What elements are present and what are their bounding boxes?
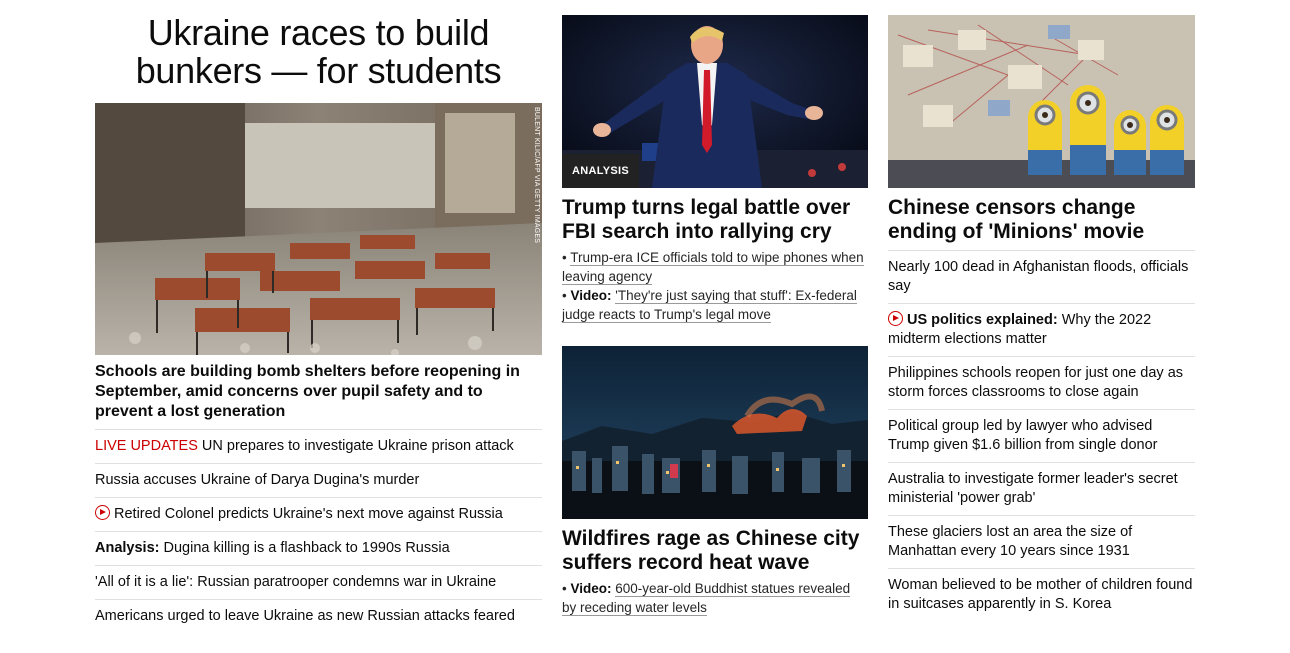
list-item[interactable]: Woman believed to be mother of children … xyxy=(888,568,1195,621)
list-item[interactable]: Australia to investigate former leader's… xyxy=(888,462,1195,515)
classroom-ruins-illustration xyxy=(95,103,542,355)
wildfire-headline[interactable]: Wildfires rage as Chinese city suffers r… xyxy=(562,527,868,575)
video-label: Video: xyxy=(570,581,612,596)
minions-image[interactable] xyxy=(888,15,1195,188)
list-item[interactable]: Nearly 100 dead in Afghanistan floods, o… xyxy=(888,250,1195,303)
list-item[interactable]: Americans urged to leave Ukraine as new … xyxy=(95,599,542,633)
list-item-text: These glaciers lost an area the size of … xyxy=(888,524,1133,559)
lead-headline-line1: Ukraine races to build xyxy=(147,12,490,53)
bullet-link[interactable]: • Video: 'They're just saying that stuff… xyxy=(562,286,868,324)
right-stories-list: Nearly 100 dead in Afghanistan floods, o… xyxy=(888,250,1195,621)
list-item-text: Political group led by lawyer who advise… xyxy=(888,418,1158,453)
lead-subheadline[interactable]: Schools are building bomb shelters befor… xyxy=(95,362,542,422)
list-item-text: Retired Colonel predicts Ukraine's next … xyxy=(114,506,503,522)
related-stories-list: LIVE UPDATES UN prepares to investigate … xyxy=(95,429,542,633)
bullet-link[interactable]: • Trump-era ICE officials told to wipe p… xyxy=(562,248,868,286)
trump-rally-image[interactable]: ANALYSIS xyxy=(562,15,868,188)
list-item[interactable]: Political group led by lawyer who advise… xyxy=(888,409,1195,462)
list-item[interactable]: Philippines schools reopen for just one … xyxy=(888,356,1195,409)
trump-headline[interactable]: Trump turns legal battle over FBI search… xyxy=(562,196,868,244)
analysis-label: Analysis: xyxy=(95,540,160,556)
list-item[interactable]: These glaciers lost an area the size of … xyxy=(888,515,1195,568)
bullet-link[interactable]: • Video: 600-year-old Buddhist statues r… xyxy=(562,579,868,617)
image-credit: BULENT KILIC/AFP VIA GETTY IMAGES xyxy=(533,107,540,244)
list-item[interactable]: LIVE UPDATES UN prepares to investigate … xyxy=(95,429,542,463)
list-item-text: Philippines schools reopen for just one … xyxy=(888,365,1184,400)
play-icon xyxy=(888,311,903,326)
list-item-text: Nearly 100 dead in Afghanistan floods, o… xyxy=(888,259,1189,294)
live-updates-label: LIVE UPDATES xyxy=(95,438,198,454)
lead-headline[interactable]: Ukraine races to build bunkers — for stu… xyxy=(95,0,542,90)
list-item-text: Dugina killing is a flashback to 1990s R… xyxy=(159,540,450,556)
bullet-link-text: Trump-era ICE officials told to wipe pho… xyxy=(562,250,864,285)
list-item[interactable]: US politics explained: Why the 2022 midt… xyxy=(888,303,1195,356)
video-label: Video: xyxy=(570,288,612,303)
lead-story-column: Ukraine races to build bunkers — for stu… xyxy=(95,0,542,624)
wildfire-city-image[interactable] xyxy=(562,346,868,519)
list-item-text: Russia accuses Ukraine of Darya Dugina's… xyxy=(95,472,420,488)
list-item-text: Americans urged to leave Ukraine as new … xyxy=(95,608,515,624)
list-item[interactable]: Analysis: Dugina killing is a flashback … xyxy=(95,531,542,565)
classroom-ruins-image[interactable]: BULENT KILIC/AFP VIA GETTY IMAGES xyxy=(95,103,542,355)
list-item-text: 'All of it is a lie': Russian paratroope… xyxy=(95,574,497,590)
lead-headline-line2: bunkers — for students xyxy=(135,50,502,91)
minions-headline[interactable]: Chinese censors change ending of 'Minion… xyxy=(888,196,1195,244)
list-item[interactable]: Retired Colonel predicts Ukraine's next … xyxy=(95,497,542,531)
list-item-text: Australia to investigate former leader's… xyxy=(888,471,1178,506)
list-item[interactable]: Russia accuses Ukraine of Darya Dugina's… xyxy=(95,463,542,497)
list-item[interactable]: 'All of it is a lie': Russian paratroope… xyxy=(95,565,542,599)
analysis-badge: ANALYSIS xyxy=(562,154,640,188)
minions-illustration xyxy=(888,15,1195,188)
play-icon xyxy=(95,505,110,520)
list-item-text: UN prepares to investigate Ukraine priso… xyxy=(197,438,514,454)
wildfire-city-illustration xyxy=(562,346,868,519)
list-item-text: Woman believed to be mother of children … xyxy=(888,577,1193,612)
us-politics-label: US politics explained: xyxy=(907,312,1058,328)
